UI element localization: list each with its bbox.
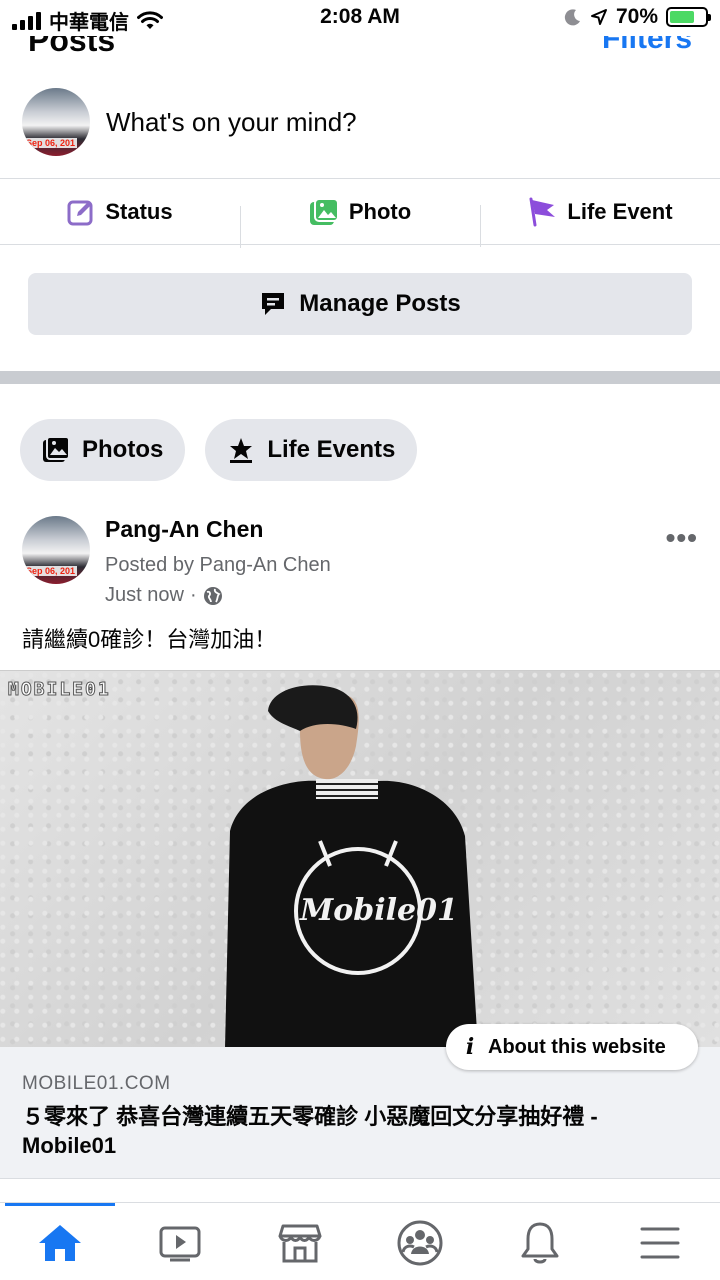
post-header: Sep 06, 201 Pang-An Chen Posted by Pang-… — [22, 516, 698, 608]
life-events-chip-label: Life Events — [267, 436, 396, 463]
info-icon: i — [465, 1034, 475, 1060]
jacket-logo-text: Mobile01 — [300, 893, 458, 928]
photo-icon — [309, 198, 339, 225]
avatar-caption: Sep 06, 201 — [24, 138, 78, 148]
manage-posts-icon — [262, 293, 285, 315]
link-preview-image[interactable]: MOBILE01 Mobile01 — [0, 670, 720, 1047]
status-bar: 中華電信 2:08 AM 70% — [0, 0, 720, 36]
photo-label: Photo — [348, 199, 412, 224]
bottom-tab-bar — [0, 1202, 720, 1280]
status-button[interactable]: Status — [0, 198, 240, 226]
post-avatar[interactable]: Sep 06, 201 — [22, 516, 90, 584]
post-timestamp: Just now · — [105, 584, 223, 607]
star-flag-icon — [230, 438, 253, 463]
marketplace-icon[interactable] — [276, 1219, 324, 1267]
location-arrow-icon — [590, 9, 607, 25]
battery-percent: 70% — [615, 5, 658, 28]
globe-icon — [203, 586, 222, 605]
avatar[interactable]: Sep 06, 201 — [22, 88, 90, 156]
photo-button[interactable]: Photo — [240, 198, 480, 248]
filter-chips: Photos Life Events — [20, 419, 418, 481]
post-composer[interactable]: Sep 06, 201 What's on your mind? — [22, 86, 698, 158]
moon-icon — [564, 9, 580, 26]
life-events-chip[interactable]: Life Events — [205, 419, 418, 481]
divider — [0, 178, 720, 179]
post-text: 請繼續0確診！台灣加油！ — [22, 627, 277, 652]
jacket-photo — [225, 685, 478, 1047]
status-label: Status — [105, 199, 173, 224]
groups-icon[interactable] — [396, 1219, 444, 1267]
life-event-button[interactable]: Life Event — [480, 197, 720, 247]
status-right: 70% — [564, 5, 711, 29]
avatar-caption: Sep 06, 201 — [24, 566, 78, 576]
more-options-icon[interactable]: ••• — [666, 522, 698, 554]
photos-chip[interactable]: Photos — [20, 419, 186, 481]
watch-icon[interactable] — [156, 1219, 204, 1267]
life-event-label: Life Event — [567, 199, 673, 224]
composer-placeholder[interactable]: What's on your mind? — [106, 107, 357, 138]
manage-posts-button[interactable]: Manage Posts — [28, 273, 692, 335]
link-title: ５零來了 恭喜台灣連續五天零確診 小惡魔回文分享抽好禮 - Mobile01 — [22, 1104, 598, 1158]
dot-separator: · — [189, 584, 197, 606]
manage-posts-label: Manage Posts — [299, 290, 461, 317]
about-website-label: About this website — [488, 1035, 666, 1058]
divider — [0, 244, 720, 245]
photos-chip-label: Photos — [82, 436, 164, 463]
photos-icon — [43, 436, 70, 462]
flag-icon — [529, 197, 556, 227]
post-author[interactable]: Pang-An Chen — [105, 516, 263, 543]
edit-icon — [67, 200, 93, 226]
notifications-icon[interactable] — [516, 1219, 564, 1267]
about-website-button[interactable]: i About this website — [446, 1024, 698, 1070]
link-domain: MOBILE01.COM — [22, 1073, 171, 1094]
menu-icon[interactable] — [636, 1219, 684, 1267]
home-icon[interactable] — [36, 1219, 84, 1267]
section-separator — [0, 371, 720, 384]
battery-icon — [666, 7, 711, 27]
composer-actions: Status Photo Life Event — [0, 180, 720, 248]
post-time-text: Just now — [105, 584, 184, 606]
posted-by: Posted by Pang-An Chen — [105, 554, 331, 576]
active-tab-indicator — [5, 1203, 115, 1206]
